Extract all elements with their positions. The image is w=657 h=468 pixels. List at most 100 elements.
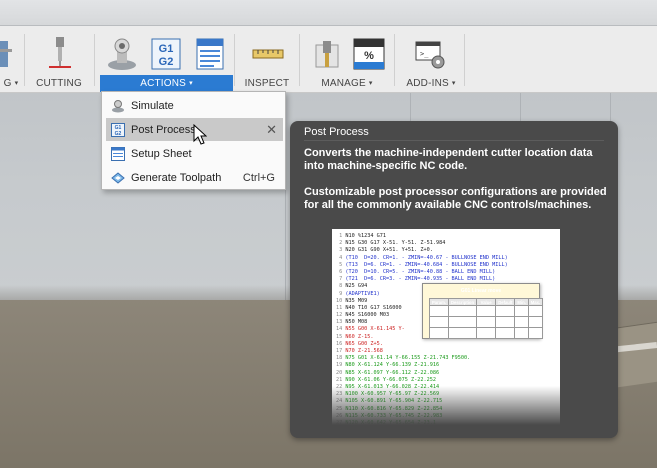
code-line: 27 N120 X-60.642 Y-65.654 Z-23.1 [336,420,508,425]
toolbar-group-label[interactable]: MANAGE ▾ [304,75,390,92]
nc-code-preview-image: 1 N10 %1234 G71 2 N15 G30 G17 X-51. Y-51… [332,229,560,425]
code-text: N15 G30 G17 X-51. Y-51. Z-51.984 [345,240,446,247]
tooltip-description-2: Customizable post processor configuratio… [304,186,607,211]
code-text: N90 X-61.06 Y-66.075 Z-22.252 [345,376,436,383]
table-cell [514,305,529,317]
post-process-g1g2-icon[interactable]: G1 G2 [149,37,183,71]
line-number: 22 [336,383,346,390]
code-text: N10 %1234 G71 [345,233,386,239]
table-cell [514,327,529,339]
table-cell [527,305,544,317]
table-cell: X [429,305,449,317]
code-text: N75 G01 X-61.14 Y-66.155 Z-21.743 F9500. [345,355,471,362]
code-text: N95 X-61.013 Y-66.028 Z-22.414 [345,383,440,390]
code-line: 26 N115 X-60.733 Y-65.745 Z-22.983 [336,413,508,420]
toolbar-group-label[interactable]: INSPECT [237,75,297,92]
code-text: N85 X-61.097 Y-66.112 Z-22.086 [345,369,440,376]
line-number: 26 [336,412,346,419]
simulate-icon[interactable] [105,37,139,71]
line-number: 27 [336,419,346,425]
toolbar-group-label-active[interactable]: ACTIONS ▾ [100,75,233,92]
code-line: 21 N90 X-61.06 Y-66.075 Z-22.252 [336,377,508,384]
code-text: N45 S16000 M03 [345,312,390,319]
table-cell [495,316,516,328]
tool-library-icon[interactable] [310,39,344,73]
table-cell: -21.743 [476,327,497,339]
table-header: Default [495,298,516,306]
line-number: 9 [336,290,346,297]
toolbar-group-label[interactable]: G ▾ [0,75,22,92]
menu-item-generate-toolpath[interactable]: Generate Toolpath Ctrl+G [106,166,283,189]
setup-sheet-icon [110,146,126,162]
code-text: (T21 D=6. CR=3. - ZMIN=-40.935 - BALL EN… [345,276,496,283]
close-icon[interactable]: ✕ [266,122,277,138]
partial-tool-icon[interactable] [0,37,20,71]
tooltip-title: Post Process [304,126,369,138]
code-line: 17 N70 Z-21.568 [336,348,508,355]
line-number: 3 [336,247,346,254]
code-text: N55 G00 X-61.145 Y- [345,326,405,333]
popup-title: G01 Linear move [460,288,502,294]
line-number: 12 [336,312,346,319]
table-row: ZZ coordinate -21.743 [429,327,544,339]
line-number: 24 [336,398,346,405]
table-cell: -61.14 [476,305,497,317]
line-number: 5 [336,261,346,268]
table-header: Max. [527,298,544,306]
code-text: N120 X-60.642 Y-65.654 Z-23.1 [345,419,436,425]
code-text: N20 G31 G90 X+51. Y+51. Z+0. [345,247,433,254]
code-text: N35 M09 [345,297,368,304]
menu-item-label: Post Process [131,123,196,136]
cutting-tool-icon[interactable] [43,37,77,71]
table-cell: Y coordinate [447,316,478,328]
line-number: 8 [336,283,346,290]
svg-text:G2: G2 [159,56,174,68]
code-text: N100 X-60.957 Y-65.97 Z-22.569 [345,391,440,398]
table-header: Param. [429,298,449,306]
measure-icon[interactable] [251,37,285,71]
line-number: 23 [336,391,346,398]
post-library-icon[interactable]: % [352,37,386,71]
scripts-addins-icon[interactable]: >_ [413,37,447,71]
toolbar-group-label[interactable]: ADD-INS ▾ [401,75,461,92]
setup-sheet-icon[interactable] [193,37,227,71]
svg-text:G2: G2 [115,131,122,137]
code-text: N60 Z-15. [345,333,374,340]
menu-item-label: Simulate [131,99,174,112]
post-process-tooltip: Post Process Converts the machine-indepe… [290,121,618,438]
ribbon-toolbar: G ▾ CUTTING G1 G2 ACTIONS ▾ INSPECT % MA… [0,26,657,93]
code-text: (T13 D=6. CR=1. - ZMIN=-40.684 - BULLNOS… [345,261,508,268]
line-number: 16 [336,340,346,347]
table-cell [495,305,516,317]
line-number: 7 [336,276,346,283]
code-text: N25 G94 [345,283,368,290]
menu-item-label: Setup Sheet [131,147,192,160]
toolbar-group-add-ins: >_ ADD-INS ▾ [395,26,465,93]
menu-item-label: Generate Toolpath [131,171,222,184]
code-text: N110 X-60.816 Y-65.829 Z-22.854 [345,405,443,412]
table-header: Min. [514,298,529,306]
line-number: 13 [336,319,346,326]
line-number: 1 [336,233,346,239]
code-line: 1 N10 %1234 G71 [336,233,508,240]
line-number: 4 [336,254,346,261]
generate-toolpath-icon [110,170,126,186]
toolbar-group-label[interactable]: CUTTING [29,75,89,92]
menu-item-simulate[interactable]: Simulate [106,94,283,117]
line-number: 18 [336,355,346,362]
code-line: 25 N110 X-60.816 Y-65.829 Z-22.854 [336,406,508,413]
code-line: 2 N15 G30 G17 X-51. Y-51. Z-51.984 [336,240,508,247]
parameter-table: Param. Description Value Default Min. Max. XX… [429,298,544,339]
code-text: N80 X-61.124 Y-66.139 Z-21.916 [345,362,440,369]
table-row: YY coordinate -66.155 [429,316,544,328]
table-cell [527,316,544,328]
shortcut-text: Ctrl+G [242,171,275,184]
table-cell: Z coordinate [447,327,478,339]
code-line: 19 N80 X-61.124 Y-66.139 Z-21.916 [336,362,508,369]
code-text: (ADAPTIVE1) [345,290,380,297]
table-row: XX coordinate -61.14 [429,305,544,317]
line-number: 6 [336,268,346,275]
line-number: 20 [336,369,346,376]
line-number: 21 [336,376,346,383]
g01-parameter-popup: G01 Linear move Param. Description Value De… [422,283,544,339]
